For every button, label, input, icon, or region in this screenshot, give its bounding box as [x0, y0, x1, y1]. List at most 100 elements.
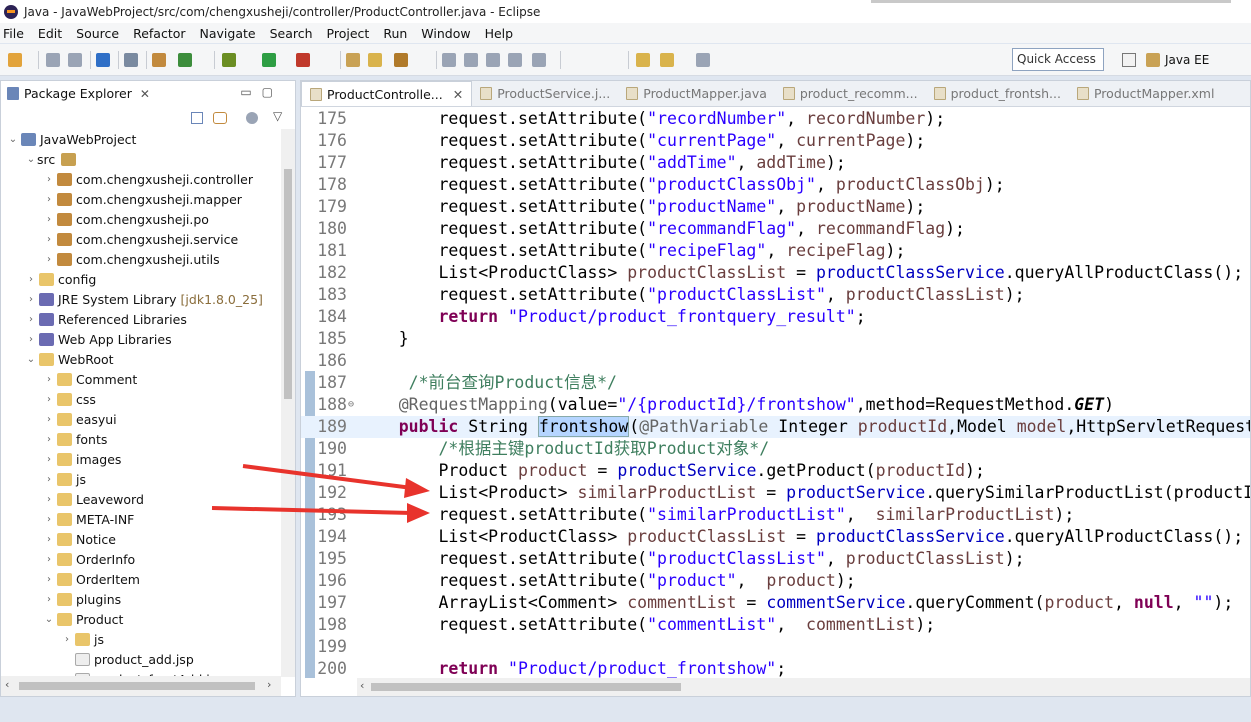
scroll-thumb[interactable]	[284, 169, 292, 399]
tree-item[interactable]: › JRE System Library [jdk1.8.0_25]	[1, 289, 281, 309]
chevron-right-icon[interactable]: ›	[43, 554, 55, 565]
link-with-editor-icon[interactable]	[213, 112, 227, 124]
toolbar-action-icon[interactable]	[152, 53, 166, 67]
toolbar-action-icon[interactable]	[636, 53, 650, 67]
chevron-right-icon[interactable]: ›	[43, 414, 55, 425]
chevron-right-icon[interactable]: ›	[43, 254, 55, 265]
toolbar-action-icon[interactable]	[464, 53, 478, 67]
toolbar-action-icon[interactable]	[96, 53, 110, 67]
editor-horizontal-scrollbar[interactable]: ‹	[357, 678, 1250, 696]
chevron-right-icon[interactable]: ›	[43, 234, 55, 245]
tree-item[interactable]: › com.chengxusheji.controller	[1, 169, 281, 189]
code-line[interactable]: 182 List<ProductClass> productClassList …	[301, 262, 1250, 284]
toolbar-action-icon[interactable]	[346, 53, 360, 67]
filter-icon[interactable]	[246, 112, 258, 124]
toolbar-action-icon[interactable]	[660, 53, 674, 67]
toolbar-action-icon[interactable]	[696, 53, 710, 67]
tree-horizontal-scrollbar[interactable]: ‹ ›	[1, 676, 281, 696]
chevron-right-icon[interactable]: ›	[43, 474, 55, 485]
toolbar-action-icon[interactable]	[442, 53, 456, 67]
toolbar-action-icon[interactable]	[368, 53, 382, 67]
toolbar-action-icon[interactable]	[394, 53, 408, 67]
tree-item[interactable]: › plugins	[1, 589, 281, 609]
menu-window[interactable]: Window	[421, 26, 470, 41]
minimize-maximize-icons[interactable]: ▭▢	[240, 85, 283, 99]
toolbar-action-icon[interactable]	[486, 53, 500, 67]
code-line[interactable]: 197 ArrayList<Comment> commentList = com…	[301, 592, 1250, 614]
code-line[interactable]: 189 public String frontshow(@PathVariabl…	[301, 416, 1250, 438]
code-line[interactable]: 190 /*根据主键productId获取Product对象*/	[301, 438, 1250, 460]
menu-refactor[interactable]: Refactor	[133, 26, 185, 41]
code-line[interactable]: 178 request.setAttribute("productClassOb…	[301, 174, 1250, 196]
tree-item[interactable]: ⌄ src	[1, 149, 281, 169]
menu-search[interactable]: Search	[270, 26, 313, 41]
chevron-right-icon[interactable]: ›	[43, 574, 55, 585]
tree-item[interactable]: › Web App Libraries	[1, 329, 281, 349]
tree-item[interactable]: ⌄ WebRoot	[1, 349, 281, 369]
tree-item[interactable]: › easyui	[1, 409, 281, 429]
tree-item[interactable]: › META-INF	[1, 509, 281, 529]
fold-icon[interactable]: ⊖	[348, 394, 354, 416]
tree-item[interactable]: product_add.jsp	[1, 649, 281, 669]
chevron-right-icon[interactable]: ›	[43, 454, 55, 465]
tree-item[interactable]: › Leaveword	[1, 489, 281, 509]
tree-item[interactable]: › OrderInfo	[1, 549, 281, 569]
close-icon[interactable]: ✕	[140, 87, 150, 101]
tree-item[interactable]: › com.chengxusheji.po	[1, 209, 281, 229]
scroll-thumb[interactable]	[19, 682, 255, 690]
code-line[interactable]: 179 request.setAttribute("productName", …	[301, 196, 1250, 218]
toolbar-action-icon[interactable]	[178, 53, 192, 67]
code-line[interactable]: 191 Product product = productService.get…	[301, 460, 1250, 482]
code-line[interactable]: 175 request.setAttribute("recordNumber",…	[301, 108, 1250, 130]
scroll-left-icon[interactable]: ‹	[5, 678, 9, 691]
code-line[interactable]: 194 List<ProductClass> productClassList …	[301, 526, 1250, 548]
chevron-right-icon[interactable]: ›	[25, 334, 37, 345]
chevron-down-icon[interactable]: ⌄	[25, 354, 37, 365]
menu-project[interactable]: Project	[327, 26, 370, 41]
chevron-right-icon[interactable]: ›	[43, 214, 55, 225]
scroll-thumb[interactable]	[371, 683, 681, 691]
editor-tab[interactable]: ProductMapper.xml	[1069, 81, 1222, 106]
tree-item[interactable]: › Referenced Libraries	[1, 309, 281, 329]
tree-vertical-scrollbar[interactable]	[281, 129, 295, 677]
code-line[interactable]: 188 ⊖ @RequestMapping(value="/{productId}…	[301, 394, 1250, 416]
close-icon[interactable]: ✕	[453, 87, 463, 102]
collapse-all-icon[interactable]	[191, 112, 203, 124]
chevron-down-icon[interactable]: ⌄	[7, 134, 19, 145]
tree-item[interactable]: ⌄ Product	[1, 609, 281, 629]
open-perspective-icon[interactable]	[1122, 53, 1136, 67]
menu-source[interactable]: Source	[76, 26, 119, 41]
editor-tab[interactable]: ProductMapper.java	[618, 81, 775, 106]
menu-navigate[interactable]: Navigate	[200, 26, 256, 41]
chevron-right-icon[interactable]: ›	[43, 534, 55, 545]
code-line[interactable]: 177 request.setAttribute("addTime", addT…	[301, 152, 1250, 174]
editor-tab[interactable]: product_frontsh...	[926, 81, 1069, 106]
toolbar-action-icon[interactable]	[532, 53, 546, 67]
code-line[interactable]: 186	[301, 350, 1250, 372]
package-explorer-tab[interactable]: Package Explorer ✕ ▭▢	[1, 81, 295, 106]
toolbar-action-icon[interactable]	[508, 53, 522, 67]
tree-item[interactable]: ⌄ JavaWebProject	[1, 129, 281, 149]
code-line[interactable]: 193 request.setAttribute("similarProduct…	[301, 504, 1250, 526]
perspective-switcher[interactable]: Java EE	[1122, 44, 1251, 76]
view-menu-icon[interactable]: ▽	[273, 109, 282, 123]
code-line[interactable]: 198 request.setAttribute("commentList", …	[301, 614, 1250, 636]
tree-item[interactable]: › Notice	[1, 529, 281, 549]
code-line[interactable]: 187 /*前台查询Product信息*/	[301, 372, 1250, 394]
tree-item[interactable]: › com.chengxusheji.mapper	[1, 189, 281, 209]
chevron-right-icon[interactable]: ›	[61, 634, 73, 645]
code-line[interactable]: 200 return "Product/product_frontshow";	[301, 658, 1250, 678]
code-line[interactable]: 183 request.setAttribute("productClassLi…	[301, 284, 1250, 306]
toolbar-action-icon[interactable]	[68, 53, 82, 67]
tree-item[interactable]: › config	[1, 269, 281, 289]
chevron-right-icon[interactable]: ›	[43, 434, 55, 445]
tree-item[interactable]: › com.chengxusheji.service	[1, 229, 281, 249]
toolbar-action-icon[interactable]	[262, 53, 276, 67]
code-line[interactable]: 184 return "Product/product_frontquery_r…	[301, 306, 1250, 328]
toolbar-action-icon[interactable]	[296, 53, 310, 67]
code-line[interactable]: 185 }	[301, 328, 1250, 350]
chevron-right-icon[interactable]: ›	[43, 514, 55, 525]
tree-item[interactable]: › fonts	[1, 429, 281, 449]
editor-tab[interactable]: product_recomm...	[775, 81, 926, 106]
menu-file[interactable]: File	[3, 26, 24, 41]
